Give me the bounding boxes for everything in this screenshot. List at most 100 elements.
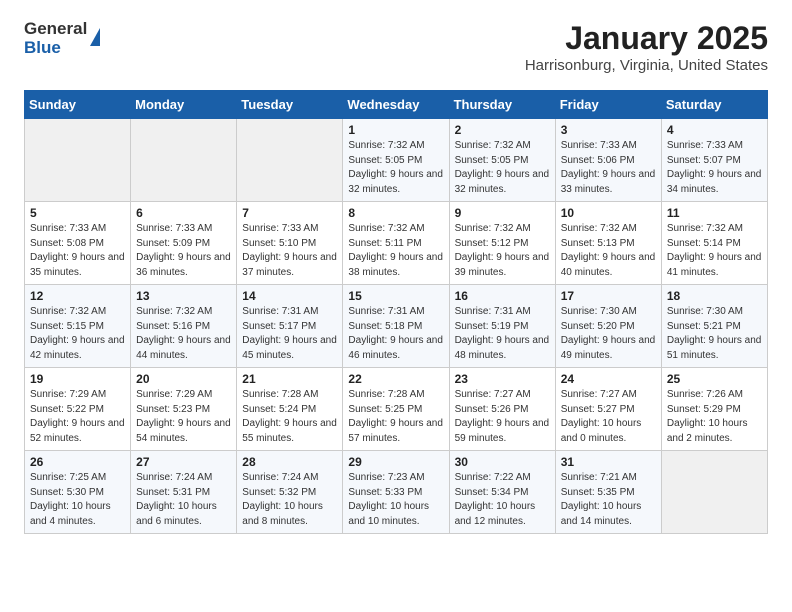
day-cell: 20 Sunrise: 7:29 AM Sunset: 5:23 PM Dayli… [131, 368, 237, 451]
day-number: 15 [348, 289, 443, 303]
day-info: Sunrise: 7:32 AM Sunset: 5:14 PM Dayligh… [667, 222, 762, 280]
logo: General Blue [24, 20, 100, 57]
day-cell: 13Sunrise: 7:32 AM Sunset: 5:16 PM Dayli… [131, 285, 237, 368]
month-title: January 2025 [525, 20, 768, 57]
day-cell: 9Sunrise: 7:32 AM Sunset: 5:12 PM Daylig… [449, 202, 555, 285]
day-cell [131, 119, 237, 202]
day-info: Sunrise: 7:23 AM Sunset: 5:33 PM Dayligh… [348, 471, 443, 529]
day-info: Sunrise: 7:25 AM Sunset: 5:30 PM Dayligh… [30, 471, 125, 529]
day-cell [661, 451, 767, 534]
day-number: 11 [667, 206, 762, 220]
day-info: Sunrise: 7:28 AM Sunset: 5:25 PM Dayligh… [348, 388, 443, 446]
day-number: 6 [136, 206, 231, 220]
weekday-header-tuesday: Tuesday [237, 91, 343, 119]
logo-general: General [24, 20, 87, 39]
day-cell: 7 Sunrise: 7:33 AM Sunset: 5:10 PM Daylig… [237, 202, 343, 285]
day-cell: 3 Sunrise: 7:33 AM Sunset: 5:06 PM Daylig… [555, 119, 661, 202]
day-cell [237, 119, 343, 202]
weekday-header-saturday: Saturday [661, 91, 767, 119]
day-cell: 8 Sunrise: 7:32 AM Sunset: 5:11 PM Daylig… [343, 202, 449, 285]
week-row-1: 1 Sunrise: 7:32 AM Sunset: 5:05 PM Daylig… [25, 119, 768, 202]
weekday-header-sunday: Sunday [25, 91, 131, 119]
day-info: Sunrise: 7:29 AM Sunset: 5:22 PM Dayligh… [30, 388, 125, 446]
day-info: Sunrise: 7:24 AM Sunset: 5:31 PM Dayligh… [136, 471, 231, 529]
day-cell: 14 Sunrise: 7:31 AM Sunset: 5:17 PM Dayli… [237, 285, 343, 368]
day-info: Sunrise: 7:24 AM Sunset: 5:32 PM Dayligh… [242, 471, 337, 529]
day-info: Sunrise: 7:32 AM Sunset: 5:15 PM Dayligh… [30, 305, 125, 363]
week-row-3: 12 Sunrise: 7:32 AM Sunset: 5:15 PM Dayli… [25, 285, 768, 368]
day-cell: 6 Sunrise: 7:33 AM Sunset: 5:09 PM Daylig… [131, 202, 237, 285]
day-cell: 27 Sunrise: 7:24 AM Sunset: 5:31 PM Dayli… [131, 451, 237, 534]
day-number: 19 [30, 372, 125, 386]
day-cell: 31 Sunrise: 7:21 AM Sunset: 5:35 PM Dayli… [555, 451, 661, 534]
week-row-5: 26Sunrise: 7:25 AM Sunset: 5:30 PM Dayli… [25, 451, 768, 534]
day-cell: 28 Sunrise: 7:24 AM Sunset: 5:32 PM Dayli… [237, 451, 343, 534]
day-info: Sunrise: 7:33 AM Sunset: 5:06 PM Dayligh… [561, 139, 656, 197]
day-number: 31 [561, 455, 656, 469]
day-info: Sunrise: 7:32 AM Sunset: 5:11 PM Dayligh… [348, 222, 443, 280]
weekday-header-thursday: Thursday [449, 91, 555, 119]
day-cell: 19 Sunrise: 7:29 AM Sunset: 5:22 PM Dayli… [25, 368, 131, 451]
day-number: 3 [561, 123, 656, 137]
week-row-2: 5Sunrise: 7:33 AM Sunset: 5:08 PM Daylig… [25, 202, 768, 285]
day-cell: 21Sunrise: 7:28 AM Sunset: 5:24 PM Dayli… [237, 368, 343, 451]
day-number: 23 [455, 372, 550, 386]
day-info: Sunrise: 7:33 AM Sunset: 5:10 PM Dayligh… [242, 222, 337, 280]
day-info: Sunrise: 7:28 AM Sunset: 5:24 PM Dayligh… [242, 388, 337, 446]
day-cell: 5Sunrise: 7:33 AM Sunset: 5:08 PM Daylig… [25, 202, 131, 285]
day-info: Sunrise: 7:30 AM Sunset: 5:21 PM Dayligh… [667, 305, 762, 363]
day-cell: 16 Sunrise: 7:31 AM Sunset: 5:19 PM Dayli… [449, 285, 555, 368]
day-number: 27 [136, 455, 231, 469]
day-info: Sunrise: 7:32 AM Sunset: 5:16 PM Dayligh… [136, 305, 231, 363]
day-info: Sunrise: 7:31 AM Sunset: 5:18 PM Dayligh… [348, 305, 443, 363]
day-cell: 30Sunrise: 7:22 AM Sunset: 5:34 PM Dayli… [449, 451, 555, 534]
day-number: 2 [455, 123, 550, 137]
day-info: Sunrise: 7:31 AM Sunset: 5:17 PM Dayligh… [242, 305, 337, 363]
weekday-header-row: SundayMondayTuesdayWednesdayThursdayFrid… [25, 91, 768, 119]
title-block: January 2025 Harrisonburg, Virginia, Uni… [525, 20, 768, 74]
day-number: 29 [348, 455, 443, 469]
location: Harrisonburg, Virginia, United States [525, 57, 768, 74]
day-number: 12 [30, 289, 125, 303]
day-number: 8 [348, 206, 443, 220]
day-number: 4 [667, 123, 762, 137]
day-info: Sunrise: 7:26 AM Sunset: 5:29 PM Dayligh… [667, 388, 762, 446]
day-number: 14 [242, 289, 337, 303]
day-number: 10 [561, 206, 656, 220]
day-cell: 12 Sunrise: 7:32 AM Sunset: 5:15 PM Dayli… [25, 285, 131, 368]
day-number: 1 [348, 123, 443, 137]
day-cell: 4 Sunrise: 7:33 AM Sunset: 5:07 PM Daylig… [661, 119, 767, 202]
day-cell: 24 Sunrise: 7:27 AM Sunset: 5:27 PM Dayli… [555, 368, 661, 451]
day-number: 28 [242, 455, 337, 469]
day-info: Sunrise: 7:32 AM Sunset: 5:13 PM Dayligh… [561, 222, 656, 280]
day-info: Sunrise: 7:29 AM Sunset: 5:23 PM Dayligh… [136, 388, 231, 446]
day-info: Sunrise: 7:27 AM Sunset: 5:27 PM Dayligh… [561, 388, 656, 446]
day-info: Sunrise: 7:21 AM Sunset: 5:35 PM Dayligh… [561, 471, 656, 529]
day-number: 7 [242, 206, 337, 220]
page-header: General Blue January 2025 Harrisonburg, … [24, 20, 768, 74]
day-info: Sunrise: 7:33 AM Sunset: 5:09 PM Dayligh… [136, 222, 231, 280]
day-cell: 2Sunrise: 7:32 AM Sunset: 5:05 PM Daylig… [449, 119, 555, 202]
day-info: Sunrise: 7:22 AM Sunset: 5:34 PM Dayligh… [455, 471, 550, 529]
day-number: 18 [667, 289, 762, 303]
weekday-header-wednesday: Wednesday [343, 91, 449, 119]
weekday-header-friday: Friday [555, 91, 661, 119]
day-number: 16 [455, 289, 550, 303]
day-info: Sunrise: 7:31 AM Sunset: 5:19 PM Dayligh… [455, 305, 550, 363]
day-cell: 17Sunrise: 7:30 AM Sunset: 5:20 PM Dayli… [555, 285, 661, 368]
logo-blue: Blue [24, 39, 87, 58]
day-cell: 26Sunrise: 7:25 AM Sunset: 5:30 PM Dayli… [25, 451, 131, 534]
day-cell: 29 Sunrise: 7:23 AM Sunset: 5:33 PM Dayli… [343, 451, 449, 534]
day-info: Sunrise: 7:32 AM Sunset: 5:05 PM Dayligh… [348, 139, 443, 197]
day-info: Sunrise: 7:27 AM Sunset: 5:26 PM Dayligh… [455, 388, 550, 446]
day-number: 20 [136, 372, 231, 386]
day-info: Sunrise: 7:30 AM Sunset: 5:20 PM Dayligh… [561, 305, 656, 363]
day-cell: 15 Sunrise: 7:31 AM Sunset: 5:18 PM Dayli… [343, 285, 449, 368]
day-cell: 18 Sunrise: 7:30 AM Sunset: 5:21 PM Dayli… [661, 285, 767, 368]
day-cell: 1 Sunrise: 7:32 AM Sunset: 5:05 PM Daylig… [343, 119, 449, 202]
day-number: 24 [561, 372, 656, 386]
day-info: Sunrise: 7:33 AM Sunset: 5:08 PM Dayligh… [30, 222, 125, 280]
day-info: Sunrise: 7:33 AM Sunset: 5:07 PM Dayligh… [667, 139, 762, 197]
day-cell: 25Sunrise: 7:26 AM Sunset: 5:29 PM Dayli… [661, 368, 767, 451]
day-info: Sunrise: 7:32 AM Sunset: 5:12 PM Dayligh… [455, 222, 550, 280]
